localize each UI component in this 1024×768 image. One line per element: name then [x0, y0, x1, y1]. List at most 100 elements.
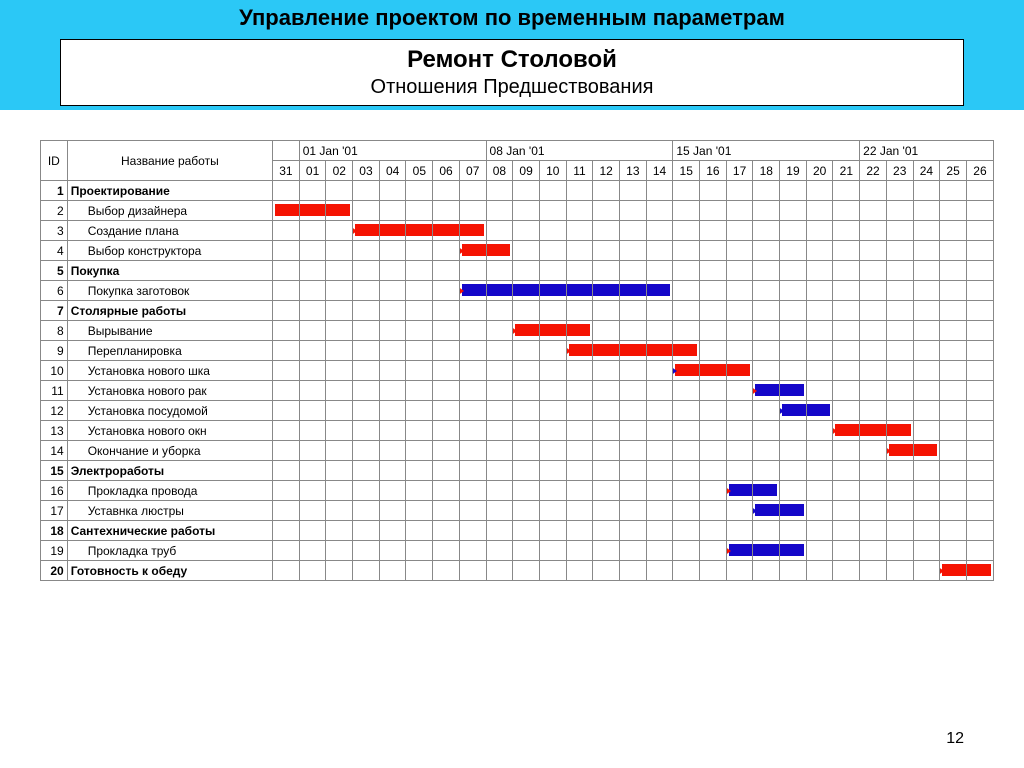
gantt-cell: [700, 501, 727, 521]
gantt-cell: [700, 541, 727, 561]
gantt-cell: [459, 221, 486, 241]
gantt-cell: [513, 261, 540, 281]
gantt-cell: [539, 261, 566, 281]
gantt-cell: [726, 481, 753, 501]
gantt-cell: [539, 181, 566, 201]
gantt-cell: [966, 321, 993, 341]
gantt-cell: [513, 241, 540, 261]
gantt-cell: [326, 361, 353, 381]
gantt-cell: [513, 441, 540, 461]
task-row: 9Перепланировка: [41, 341, 994, 361]
gantt-cell: [806, 421, 833, 441]
gantt-cell: [860, 301, 887, 321]
gantt-cell: [273, 461, 300, 481]
gantt-cell: [593, 241, 620, 261]
task-row: 2Выбор дизайнера: [41, 201, 994, 221]
day-header: 17: [726, 161, 753, 181]
gantt-cell: [326, 401, 353, 421]
gantt-cell: [913, 201, 940, 221]
gantt-cell: [913, 361, 940, 381]
day-header: 02: [326, 161, 353, 181]
gantt-cell: [459, 541, 486, 561]
gantt-cell: [913, 441, 940, 461]
gantt-cell: [459, 181, 486, 201]
gantt-cell: [326, 461, 353, 481]
gantt-cell: [619, 361, 646, 381]
gantt-cell: [539, 461, 566, 481]
gantt-cell: [433, 181, 460, 201]
gantt-cell: [646, 361, 673, 381]
gantt-cell: [726, 401, 753, 421]
gantt-cell: [726, 201, 753, 221]
dependency-arrow-icon: [940, 566, 945, 576]
gantt-cell: [379, 401, 406, 421]
gantt-cell: [513, 521, 540, 541]
gantt-bar: [966, 564, 991, 576]
task-id: 20: [41, 561, 68, 581]
gantt-cell: [299, 301, 326, 321]
gantt-cell: [379, 341, 406, 361]
gantt-cell: [433, 381, 460, 401]
gantt-cell: [566, 521, 593, 541]
gantt-bar: [355, 224, 379, 236]
gantt-cell: [726, 421, 753, 441]
gantt-cell: [593, 301, 620, 321]
page-banner: Управление проектом по временным парамет…: [0, 0, 1024, 110]
gantt-cell: [459, 501, 486, 521]
gantt-cell: [433, 301, 460, 321]
gantt-cell: [379, 561, 406, 581]
gantt-cell: [966, 221, 993, 241]
gantt-cell: [673, 361, 700, 381]
task-name: Покупка заготовок: [67, 281, 272, 301]
gantt-cell: [780, 441, 807, 461]
day-header: 08: [486, 161, 513, 181]
task-name: Сантехнические работы: [67, 521, 272, 541]
gantt-cell: [700, 561, 727, 581]
gantt-cell: [726, 521, 753, 541]
day-header: 06: [433, 161, 460, 181]
gantt-cell: [513, 281, 540, 301]
gantt-cell: [726, 381, 753, 401]
gantt-cell: [486, 441, 513, 461]
gantt-cell: [726, 501, 753, 521]
gantt-bar: [729, 484, 753, 496]
gantt-cell: [673, 201, 700, 221]
task-row: 12Установка посудомой: [41, 401, 994, 421]
gantt-cell: [886, 501, 913, 521]
gantt-cell: [619, 421, 646, 441]
gantt-cell: [966, 521, 993, 541]
gantt-bar: [566, 284, 593, 296]
task-name: Прокладка провода: [67, 481, 272, 501]
gantt-cell: [726, 301, 753, 321]
gantt-cell: [886, 201, 913, 221]
gantt-cell: [673, 181, 700, 201]
dependency-arrow-icon: [673, 366, 678, 376]
gantt-cell: [299, 541, 326, 561]
gantt-bar: [942, 564, 966, 576]
gantt-cell: [459, 401, 486, 421]
gantt-cell: [753, 341, 780, 361]
gantt-cell: [379, 301, 406, 321]
gantt-cell: [379, 321, 406, 341]
gantt-cell: [940, 521, 967, 541]
task-name: Уставнка люстры: [67, 501, 272, 521]
gantt-cell: [753, 301, 780, 321]
gantt-cell: [326, 281, 353, 301]
gantt-cell: [566, 421, 593, 441]
gantt-cell: [780, 481, 807, 501]
gantt-cell: [273, 541, 300, 561]
gantt-cell: [940, 181, 967, 201]
task-row: 13Установка нового окн: [41, 421, 994, 441]
gantt-cell: [753, 401, 780, 421]
task-id: 19: [41, 541, 68, 561]
gantt-cell: [539, 321, 566, 341]
gantt-bar: [539, 324, 566, 336]
gantt-cell: [886, 541, 913, 561]
task-row: 18Сантехнические работы: [41, 521, 994, 541]
day-header: 12: [593, 161, 620, 181]
gantt-cell: [513, 221, 540, 241]
gantt-cell: [806, 301, 833, 321]
gantt-cell: [780, 241, 807, 261]
gantt-cell: [513, 341, 540, 361]
gantt-cell: [673, 281, 700, 301]
